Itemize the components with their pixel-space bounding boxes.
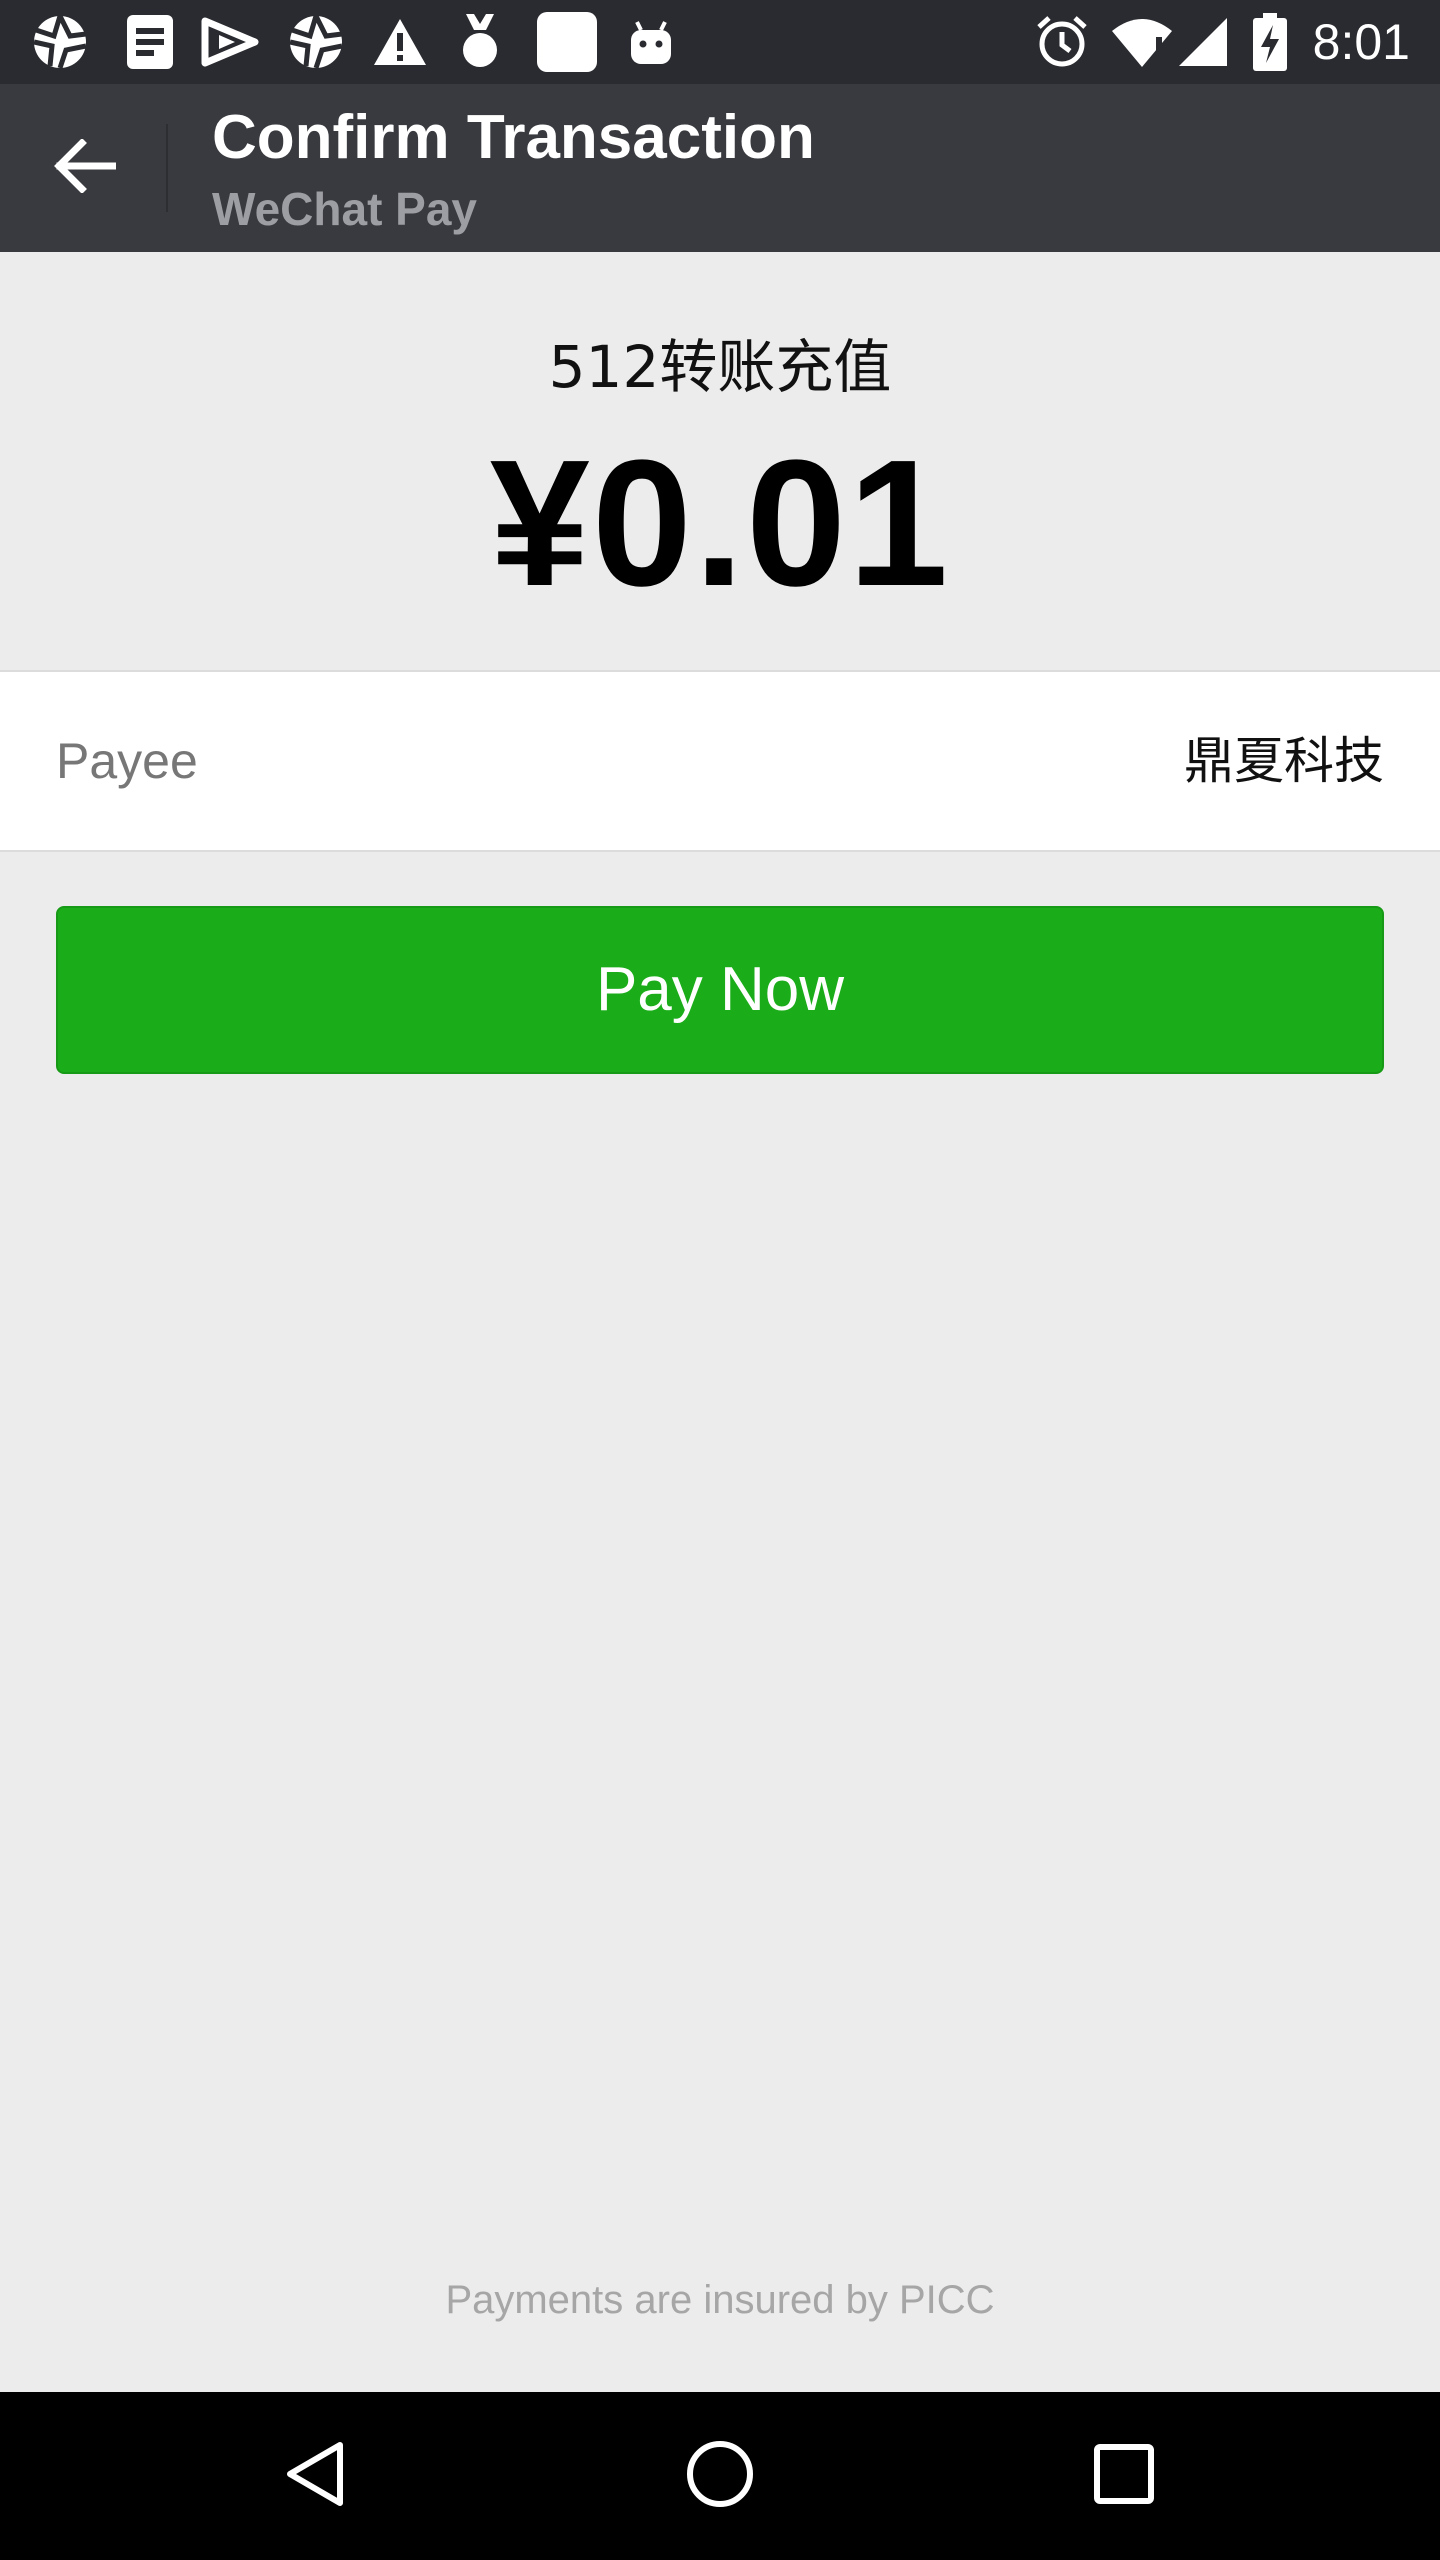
payment-amount: ¥0.01: [489, 423, 951, 624]
document-icon: [122, 12, 178, 72]
back-arrow-icon: [54, 138, 118, 197]
clock: 8:01: [1312, 14, 1410, 70]
home-circle-icon: [685, 2439, 755, 2513]
android-icon: [628, 12, 674, 72]
square-app-icon: [536, 12, 598, 72]
wifi-icon: [1110, 12, 1174, 72]
payee-row: Payee 鼎夏科技: [0, 670, 1440, 852]
back-triangle-icon: [284, 2439, 348, 2513]
page-title: Confirm Transaction: [212, 103, 815, 172]
page-subtitle: WeChat Pay: [212, 183, 478, 235]
signal-icon: [1176, 12, 1230, 72]
payee-value: 鼎夏科技: [1184, 732, 1384, 790]
aperture-icon: [286, 12, 346, 72]
warning-icon: [370, 12, 430, 72]
nav-back-button[interactable]: [266, 2426, 366, 2526]
payee-label: Payee: [56, 733, 198, 789]
status-bar: 8:01: [0, 0, 1440, 84]
nav-recents-button[interactable]: [1074, 2426, 1174, 2526]
app-bar: Confirm Transaction WeChat Pay: [0, 84, 1440, 252]
product-name: 512转账充值: [548, 333, 892, 401]
insurance-note: Payments are insured by PICC: [445, 2278, 995, 2322]
navigation-bar: [0, 2392, 1440, 2560]
alarm-icon: [1034, 12, 1090, 72]
pay-now-button[interactable]: Pay Now: [56, 906, 1384, 1074]
back-button[interactable]: [40, 128, 130, 208]
recents-square-icon: [1093, 2443, 1155, 2509]
battery-charging-icon: [1250, 12, 1290, 72]
divider: [166, 124, 168, 212]
aperture-icon: [30, 12, 90, 72]
medal-icon: [458, 12, 502, 72]
play-icon: [200, 12, 260, 72]
nav-home-button[interactable]: [670, 2426, 770, 2526]
